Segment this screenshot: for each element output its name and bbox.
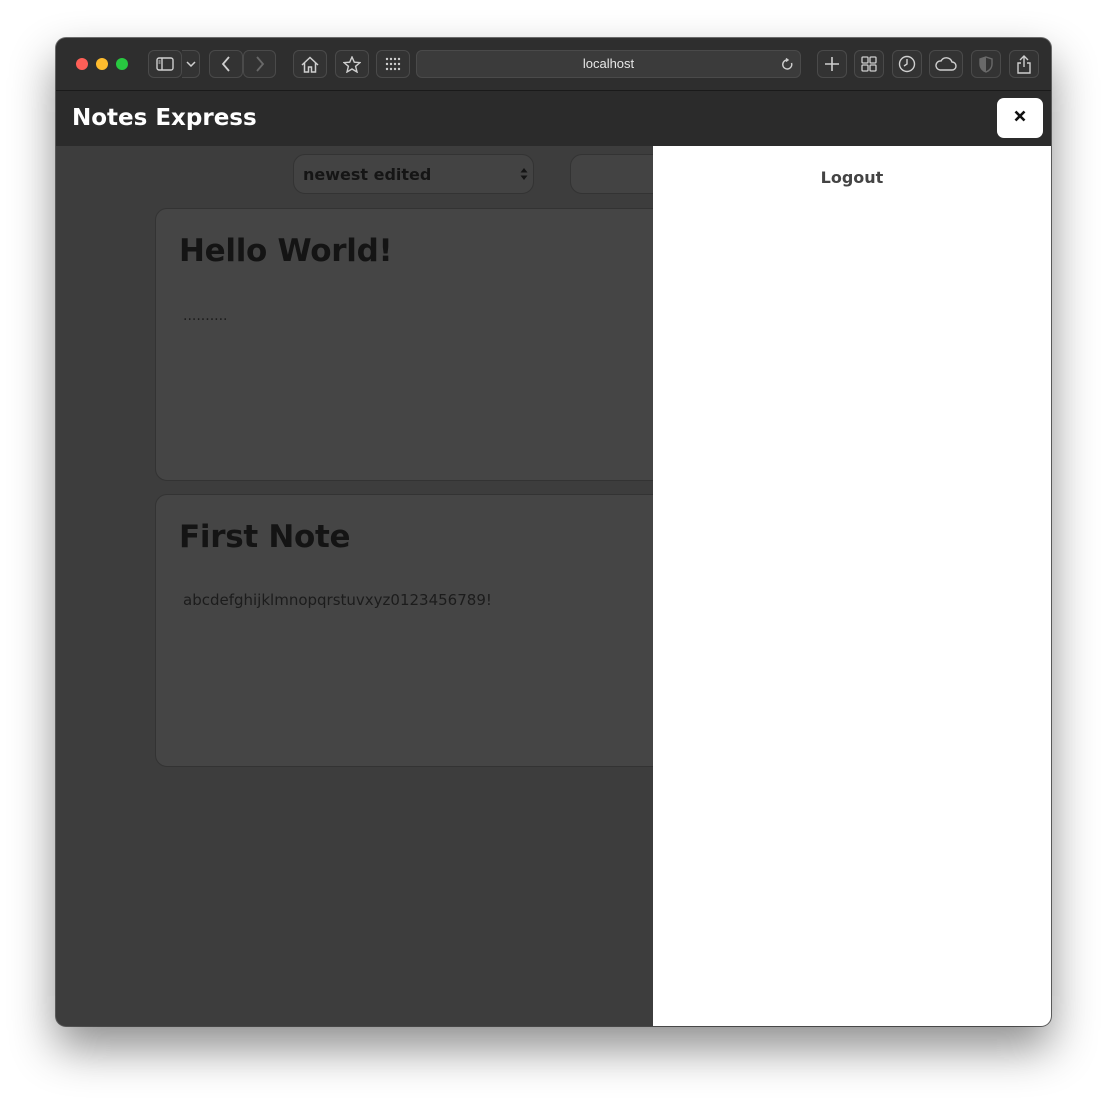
close-window-button[interactable] <box>76 58 88 70</box>
note-body: .......... <box>183 308 228 324</box>
reload-icon[interactable] <box>781 57 794 76</box>
close-drawer-button[interactable] <box>997 98 1043 138</box>
sort-select-value: newest edited <box>303 165 432 184</box>
note-title: First Note <box>179 519 351 555</box>
cloud-icon <box>935 57 957 71</box>
sort-select[interactable]: newest edited <box>293 154 534 194</box>
history-button[interactable] <box>892 50 922 78</box>
back-icon <box>221 56 231 72</box>
share-button[interactable] <box>1009 50 1039 78</box>
sidebar-menu-button[interactable] <box>182 50 200 78</box>
new-tab-button[interactable] <box>817 50 847 78</box>
shield-icon <box>979 55 993 73</box>
icloud-tabs-button[interactable] <box>929 50 963 78</box>
bookmark-button[interactable] <box>335 50 369 78</box>
apps-button[interactable] <box>376 50 410 78</box>
note-title: Hello World! <box>179 233 393 269</box>
privacy-button[interactable] <box>971 50 1001 78</box>
forward-icon <box>255 56 265 72</box>
note-body: abcdefghijklmnopqrstuvxyz0123456789! <box>183 591 492 609</box>
select-arrows-icon <box>520 167 528 186</box>
forward-button[interactable] <box>243 50 276 78</box>
close-icon <box>1014 109 1026 127</box>
home-button[interactable] <box>293 50 327 78</box>
sidebar-toggle-button[interactable] <box>148 50 182 78</box>
note-card[interactable]: First Note abcdefghijklmnopqrstuvxyz0123… <box>155 494 715 767</box>
star-icon <box>343 55 361 73</box>
history-icon <box>898 55 916 73</box>
logout-link[interactable]: Logout <box>653 168 1051 187</box>
tabs-overview-icon <box>861 56 877 72</box>
tab-overview-button[interactable] <box>854 50 884 78</box>
grid-icon <box>385 57 401 71</box>
share-icon <box>1016 54 1032 74</box>
browser-toolbar: localhost <box>56 38 1051 91</box>
url-text: localhost <box>582 56 635 71</box>
address-bar[interactable]: localhost <box>416 50 801 78</box>
app-title: Notes Express <box>72 105 257 131</box>
plus-icon <box>824 56 840 72</box>
zoom-window-button[interactable] <box>116 58 128 70</box>
sidebar-icon <box>156 57 174 71</box>
minimize-window-button[interactable] <box>96 58 108 70</box>
home-icon <box>301 55 319 73</box>
back-button[interactable] <box>209 50 243 78</box>
side-drawer: Logout <box>653 146 1051 1026</box>
chevron-down-icon <box>185 61 196 67</box>
app-header: Notes Express <box>56 91 1051 146</box>
browser-window: localhost Notes Express newest edited He… <box>56 38 1051 1026</box>
note-card[interactable]: Hello World! .......... <box>155 208 715 481</box>
